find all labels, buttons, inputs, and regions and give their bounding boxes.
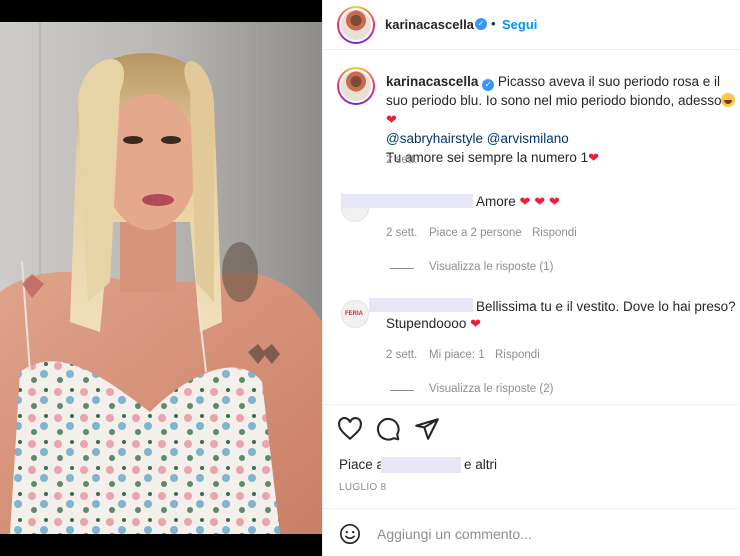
redacted-username <box>369 298 473 312</box>
replies-divider-line <box>390 268 414 269</box>
follow-button[interactable]: Segui <box>502 17 537 32</box>
heart-emoji-icon: ❤ <box>470 316 481 331</box>
comment-likes[interactable]: Piace a 2 persone <box>429 227 522 239</box>
comment-input[interactable]: Aggiungi un commento... <box>377 526 532 542</box>
replies-divider-line <box>390 390 414 391</box>
author-username[interactable]: karinacascella <box>385 17 474 32</box>
post-header: karinacascella ✓ • Segui <box>323 0 740 50</box>
likes-suffix[interactable]: e altri <box>464 457 497 472</box>
heart-emoji-icon: ❤ <box>519 194 531 209</box>
comment-avatar-label: FERIA <box>345 311 363 317</box>
post-detail-panel: karinacascella ✓ • Segui karinacascella … <box>322 0 740 556</box>
post-photo-image <box>0 22 322 534</box>
redacted-username <box>341 194 473 208</box>
caption-username[interactable]: karinacascella <box>386 74 478 89</box>
redacted-liker <box>381 457 461 473</box>
emoji-icon[interactable] <box>339 523 361 545</box>
paper-plane-icon[interactable] <box>414 416 440 442</box>
comment-timestamp[interactable]: 2 sett. <box>386 227 417 239</box>
laughing-emoji-icon <box>721 93 736 107</box>
view-replies-button[interactable]: Visualizza le risposte (2) <box>429 383 553 395</box>
heart-icon[interactable] <box>337 416 363 442</box>
verified-badge-icon: ✓ <box>475 18 487 30</box>
caption-author-avatar[interactable] <box>337 67 375 105</box>
mention-sabryhairstyle[interactable]: @sabryhairstyle <box>386 131 483 146</box>
author-avatar[interactable] <box>337 6 375 44</box>
separator-dot: • <box>491 16 496 31</box>
comment-text: Amore ❤ ❤ ❤ <box>476 194 560 209</box>
post-caption: karinacascella ✓ Picasso aveva il suo pe… <box>386 72 736 167</box>
comment-icon[interactable] <box>375 416 401 442</box>
comment-avatar[interactable]: FERIA <box>341 300 369 328</box>
mention-arvismilano[interactable]: @arvismilano <box>487 131 569 146</box>
heart-emoji-icon: ❤ <box>548 194 560 209</box>
heart-emoji-icon: ❤ <box>386 112 397 127</box>
comment-likes[interactable]: Mi piace: 1 <box>429 349 485 361</box>
instagram-post-window: karinacascella ✓ • Segui karinacascella … <box>0 0 740 556</box>
reply-button[interactable]: Rispondi <box>495 349 540 361</box>
post-date[interactable]: LUGLIO 8 <box>339 482 386 493</box>
heart-emoji-icon: ❤ <box>534 194 546 209</box>
likes-prefix: Piace a <box>339 457 385 472</box>
view-replies-button[interactable]: Visualizza le risposte (1) <box>429 261 553 273</box>
comment-text-line-2: Stupendoooo ❤ <box>386 316 481 331</box>
section-divider <box>323 508 740 509</box>
comment-timestamp[interactable]: 2 sett. <box>386 349 417 361</box>
caption-timestamp[interactable]: 2 sett. <box>386 154 417 166</box>
reply-button[interactable]: Rispondi <box>532 227 577 239</box>
verified-badge-icon: ✓ <box>482 79 495 91</box>
post-photo[interactable] <box>0 22 322 534</box>
comment-text: Bellissima tu e il vestito. Dove lo hai … <box>476 299 736 314</box>
heart-emoji-icon: ❤ <box>588 150 599 165</box>
section-divider <box>323 404 740 405</box>
